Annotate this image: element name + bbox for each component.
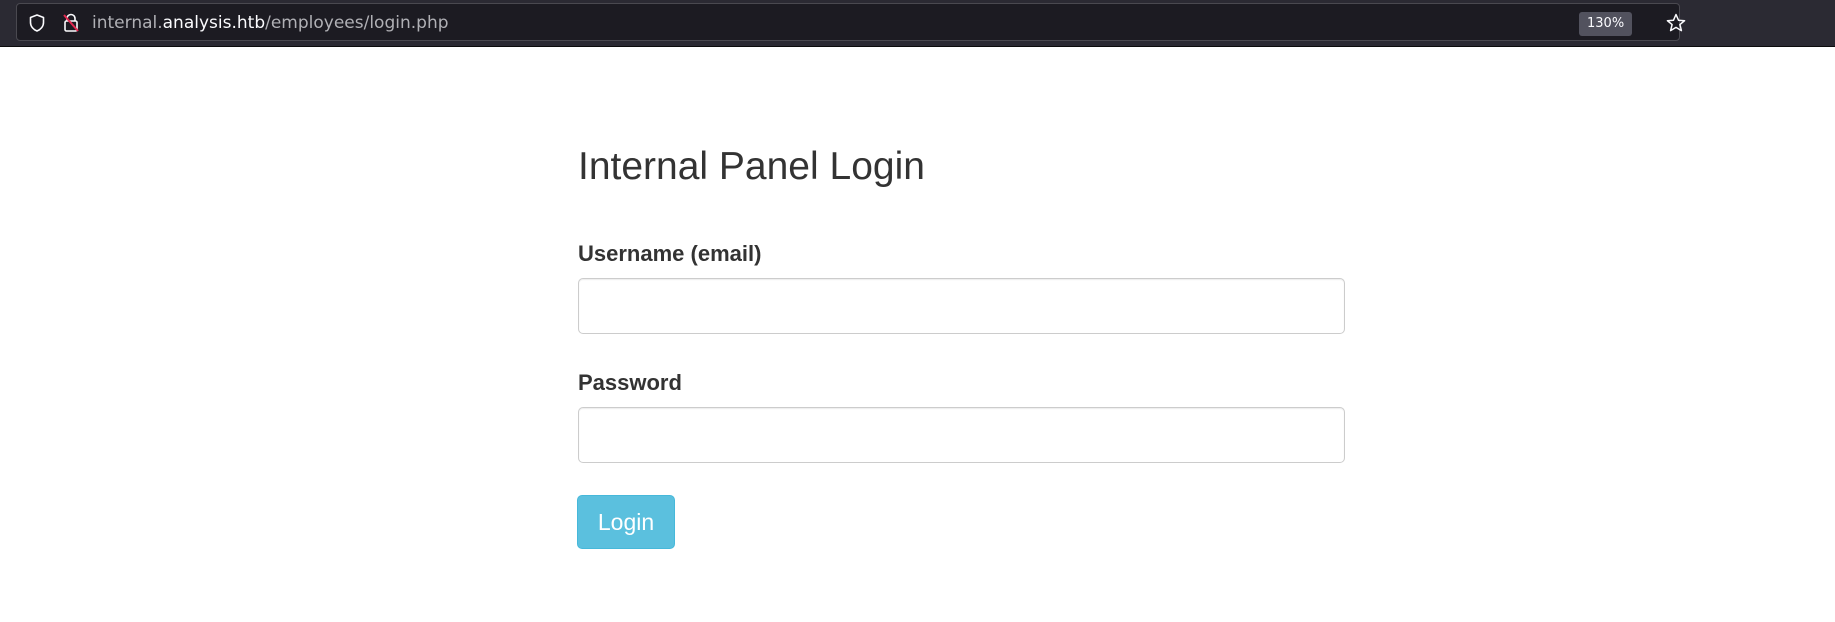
- insecure-lock-icon[interactable]: [61, 12, 81, 34]
- password-label: Password: [578, 370, 682, 395]
- url-prefix: internal.: [92, 13, 163, 33]
- url-text[interactable]: internal.analysis.htb/employees/login.ph…: [92, 13, 449, 33]
- username-label: Username (email): [578, 241, 762, 266]
- zoom-level-button[interactable]: 130%: [1579, 12, 1633, 36]
- page-content: Internal Panel Login Username (email) Pa…: [0, 47, 1835, 622]
- url-host: analysis.htb: [162, 13, 266, 33]
- username-input[interactable]: [578, 278, 1345, 334]
- address-bar[interactable]: internal.analysis.htb/employees/login.ph…: [16, 3, 1686, 41]
- star-icon[interactable]: [1665, 12, 1687, 34]
- url-path: /employees/login.php: [265, 13, 449, 33]
- shield-icon[interactable]: [27, 13, 47, 33]
- page-title: Internal Panel Login: [578, 145, 925, 188]
- password-input[interactable]: [578, 407, 1345, 463]
- login-button[interactable]: Login: [577, 495, 675, 549]
- browser-toolbar: internal.analysis.htb/employees/login.ph…: [0, 0, 1835, 47]
